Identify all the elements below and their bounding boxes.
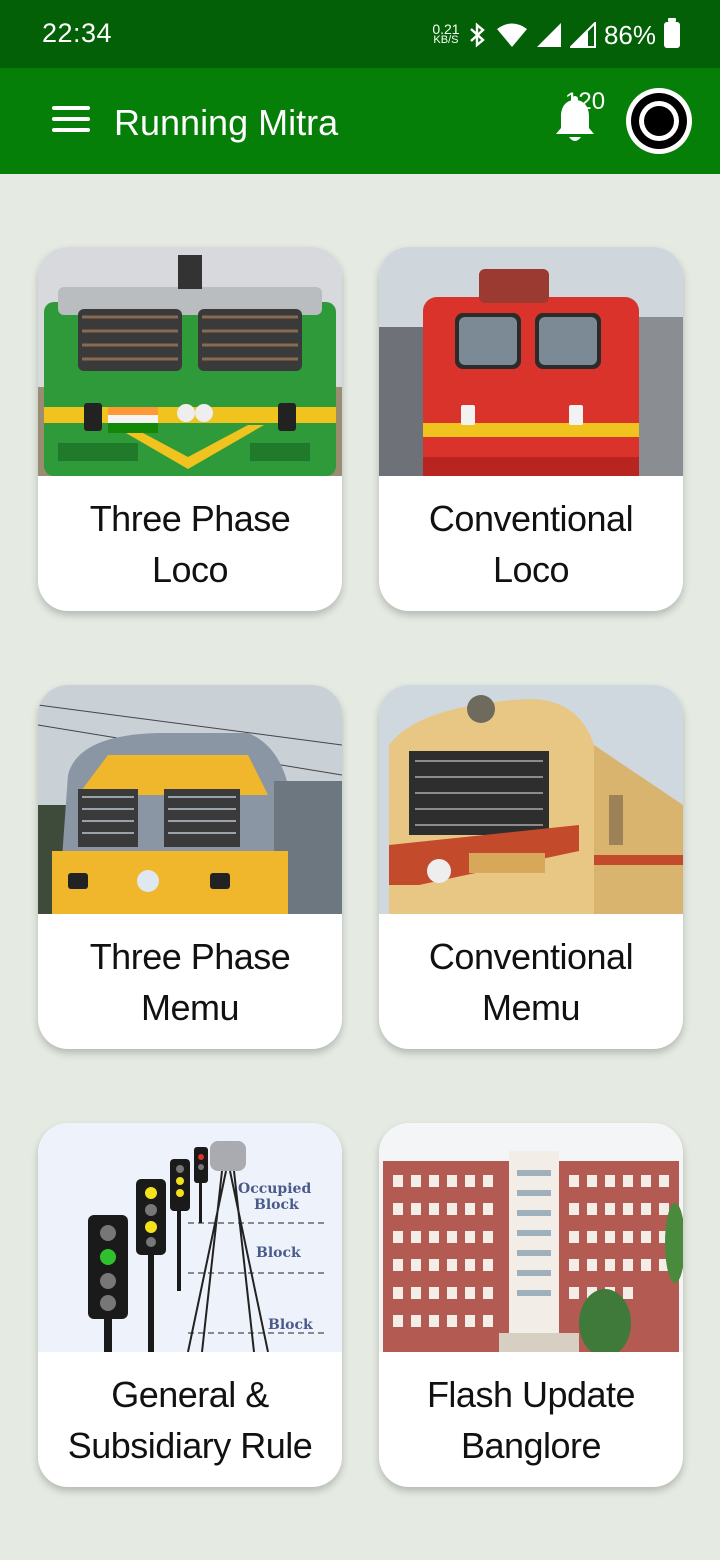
railway-building-image: [379, 1123, 683, 1352]
railway-signals-image: Occupied Block Block Block: [38, 1123, 342, 1352]
card-label: Conventional Memu: [379, 914, 683, 1049]
card-title-line2: Loco: [492, 548, 570, 590]
card-conventional-loco[interactable]: Conventional Loco: [379, 247, 683, 611]
card-general-subsidiary-rule[interactable]: Occupied Block Block Block General & Sub…: [38, 1123, 342, 1487]
card-title-line2: Banglore: [460, 1424, 602, 1466]
network-speed: 0.21 KB/S: [432, 22, 460, 46]
card-label: Flash Update Banglore: [379, 1352, 683, 1487]
conventional-memu-image: [379, 685, 683, 914]
wifi-icon: [496, 23, 527, 47]
network-speed-unit: KB/S: [433, 34, 459, 46]
signal-icon: [536, 23, 561, 47]
battery-icon: [664, 18, 680, 48]
signal-label-block: Block: [268, 1317, 313, 1333]
signal-label-occupied: Occupied: [238, 1181, 311, 1197]
card-label: Three Phase Loco: [38, 476, 342, 611]
notification-count: 120: [565, 88, 606, 115]
card-title-line1: Conventional: [428, 497, 634, 539]
signal-label-block: Block: [256, 1245, 301, 1261]
card-flash-update-banglore[interactable]: Flash Update Banglore: [379, 1123, 683, 1487]
signal-label-block: Block: [254, 1197, 299, 1213]
three-phase-memu-image: [38, 685, 342, 914]
status-bar: 22:34 0.21 KB/S 86%: [0, 0, 720, 68]
signal-icon: [569, 22, 596, 48]
profile-avatar[interactable]: [626, 88, 692, 154]
menu-icon[interactable]: [52, 106, 90, 136]
card-title-line1: Three Phase: [89, 497, 291, 539]
card-label: Conventional Loco: [379, 476, 683, 611]
status-icons: 0.21 KB/S 86%: [432, 18, 680, 52]
card-three-phase-loco[interactable]: Three Phase Loco: [38, 247, 342, 611]
bluetooth-icon: [470, 22, 485, 48]
card-title-line1: Conventional: [428, 935, 634, 977]
battery-percent: 86%: [603, 19, 656, 50]
red-locomotive-image: [379, 247, 683, 476]
card-conventional-memu[interactable]: Conventional Memu: [379, 685, 683, 1049]
green-locomotive-image: [38, 247, 342, 476]
card-title-line2: Memu: [140, 986, 240, 1028]
card-label: Three Phase Memu: [38, 914, 342, 1049]
app-bar: Running Mitra 120: [0, 68, 720, 174]
card-title-line1: Flash Update: [426, 1373, 636, 1415]
card-title-line1: Three Phase: [89, 935, 291, 977]
card-title-line2: Memu: [481, 986, 581, 1028]
card-three-phase-memu[interactable]: Three Phase Memu: [38, 685, 342, 1049]
app-title: Running Mitra: [114, 102, 339, 143]
card-title-line1: General &: [111, 1373, 269, 1415]
card-label: General & Subsidiary Rule: [38, 1352, 342, 1487]
card-title-line2: Loco: [151, 548, 229, 590]
card-title-line2: Subsidiary Rule: [67, 1424, 313, 1466]
status-time: 22:34: [42, 18, 113, 48]
